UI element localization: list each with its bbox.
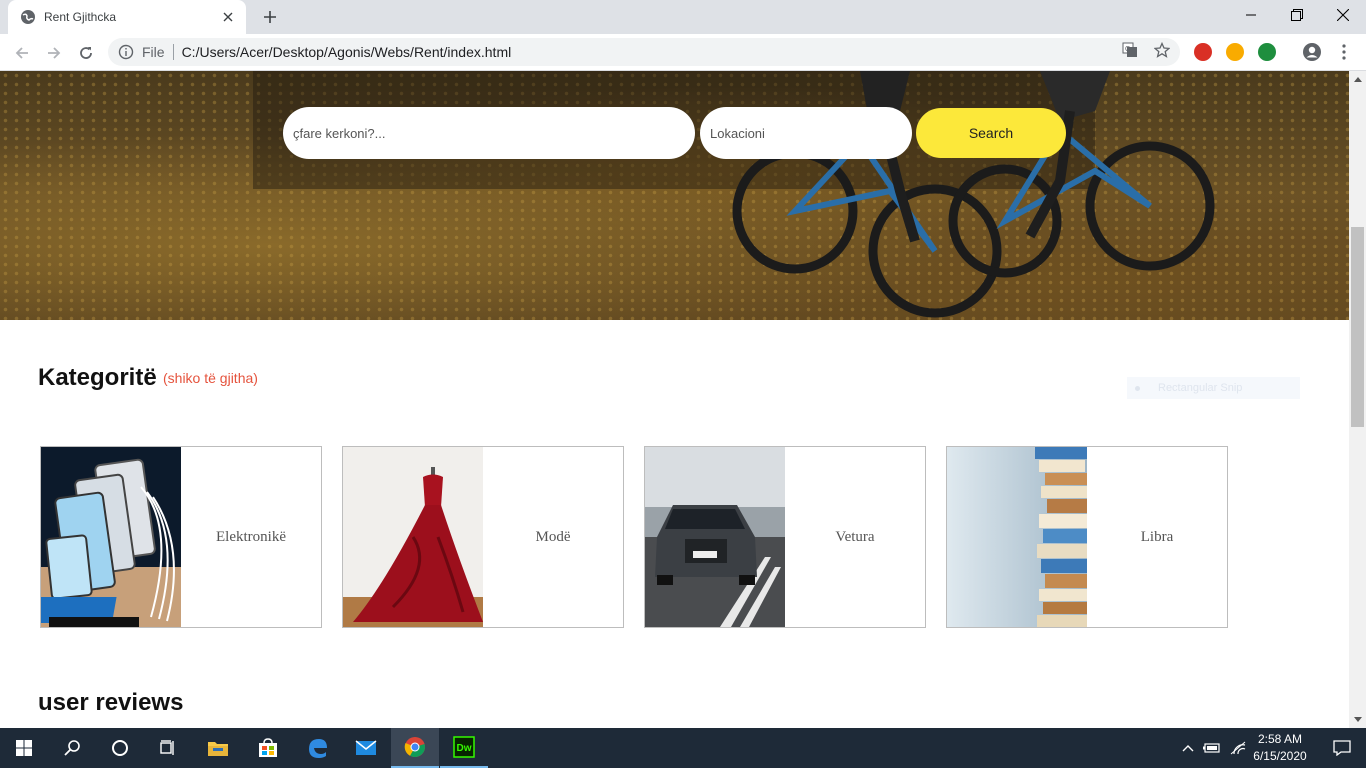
wifi-icon[interactable] — [1226, 728, 1250, 768]
mail-icon[interactable] — [342, 728, 390, 768]
category-label: Libra — [1140, 528, 1174, 545]
see-all-categories-link[interactable]: (shiko të gjitha) — [163, 370, 258, 386]
bookmark-star-icon[interactable] — [1152, 40, 1172, 60]
categories-heading: Kategoritë — [38, 364, 157, 391]
url-text[interactable]: C:/Users/Acer/Desktop/Agonis/Webs/Rent/i… — [182, 44, 1180, 60]
browser-toolbar: File C:/Users/Acer/Desktop/Agonis/Webs/R… — [0, 34, 1366, 71]
profile-avatar-icon[interactable] — [1302, 42, 1322, 62]
dreamweaver-icon[interactable]: Dw — [440, 728, 488, 768]
minimize-window-button[interactable] — [1228, 0, 1274, 30]
user-reviews-heading: user reviews — [38, 689, 184, 716]
svg-text:G: G — [1125, 46, 1130, 53]
task-view-icon[interactable] — [144, 728, 192, 768]
book-stack-image — [947, 447, 1087, 627]
category-card-books[interactable]: Libra — [946, 446, 1228, 628]
category-card-fashion[interactable]: Modë — [342, 446, 624, 628]
browser-tab[interactable]: Rent Gjithcka — [8, 0, 246, 34]
forward-button[interactable] — [40, 39, 68, 67]
category-card-electronics[interactable]: Elektronikë — [40, 446, 322, 628]
back-button[interactable] — [8, 39, 36, 67]
close-tab-icon[interactable] — [220, 9, 236, 25]
category-label: Vetura — [835, 528, 875, 545]
search-button[interactable]: Search — [916, 108, 1066, 158]
restore-window-button[interactable] — [1274, 0, 1320, 30]
file-explorer-icon[interactable] — [194, 728, 242, 768]
start-button[interactable] — [0, 728, 48, 768]
svg-text:Dw: Dw — [457, 743, 472, 754]
tab-title: Rent Gjithcka — [44, 10, 117, 24]
extension-play-icon[interactable] — [1226, 43, 1244, 61]
extension-red-icon[interactable] — [1194, 43, 1212, 61]
close-window-button[interactable] — [1320, 0, 1366, 30]
address-bar[interactable]: File C:/Users/Acer/Desktop/Agonis/Webs/R… — [108, 38, 1180, 66]
action-center-icon[interactable] — [1318, 728, 1366, 768]
system-clock[interactable]: 2:58 AM 6/15/2020 — [1250, 731, 1310, 765]
extension-green-icon[interactable] — [1258, 43, 1276, 61]
scheme-label: File — [142, 44, 165, 60]
tablet-charging-station-image — [41, 447, 181, 627]
divider — [172, 44, 174, 60]
windows-taskbar: Dw 2:58 AM 6/15/2020 — [0, 728, 1366, 768]
windows-logo-icon — [16, 740, 32, 756]
globe-icon — [21, 10, 35, 24]
translate-icon[interactable]: G — [1120, 40, 1140, 60]
search-input[interactable] — [283, 107, 695, 159]
snip-dot-icon — [1135, 385, 1140, 391]
clock-date: 6/15/2020 — [1253, 749, 1307, 763]
battery-icon[interactable] — [1200, 728, 1224, 768]
suv-car-image — [645, 447, 785, 627]
rectangular-snip-overlay: Rectangular Snip — [1127, 377, 1300, 399]
chrome-taskbar-icon[interactable] — [391, 728, 439, 768]
clock-time: 2:58 AM — [1257, 732, 1303, 746]
category-card-cars[interactable]: Vetura — [644, 446, 926, 628]
search-taskbar-icon[interactable] — [48, 728, 96, 768]
location-input[interactable] — [700, 107, 912, 159]
page-scrollbar[interactable] — [1349, 71, 1366, 728]
scroll-down-icon[interactable] — [1349, 712, 1366, 728]
show-hidden-icons-chevron-icon[interactable] — [1178, 728, 1198, 768]
edge-browser-icon[interactable] — [294, 728, 342, 768]
red-dress-image — [343, 447, 483, 627]
snip-label: Rectangular Snip — [1158, 382, 1243, 394]
info-icon[interactable] — [118, 44, 134, 60]
page-viewport: Search Kategoritë (shiko të gjitha) Rect… — [0, 71, 1349, 728]
microsoft-store-icon[interactable] — [244, 728, 292, 768]
reload-button[interactable] — [72, 39, 100, 67]
category-label: Elektronikë — [216, 528, 286, 545]
hero-banner: Search — [0, 71, 1349, 320]
new-tab-button[interactable] — [258, 6, 282, 28]
tab-strip: Rent Gjithcka — [0, 0, 1366, 34]
category-label: Modë — [535, 528, 571, 545]
cortana-icon[interactable] — [96, 728, 144, 768]
scroll-up-icon[interactable] — [1349, 71, 1366, 87]
menu-kebab-icon[interactable] — [1334, 42, 1354, 62]
scrollbar-thumb[interactable] — [1351, 227, 1364, 427]
